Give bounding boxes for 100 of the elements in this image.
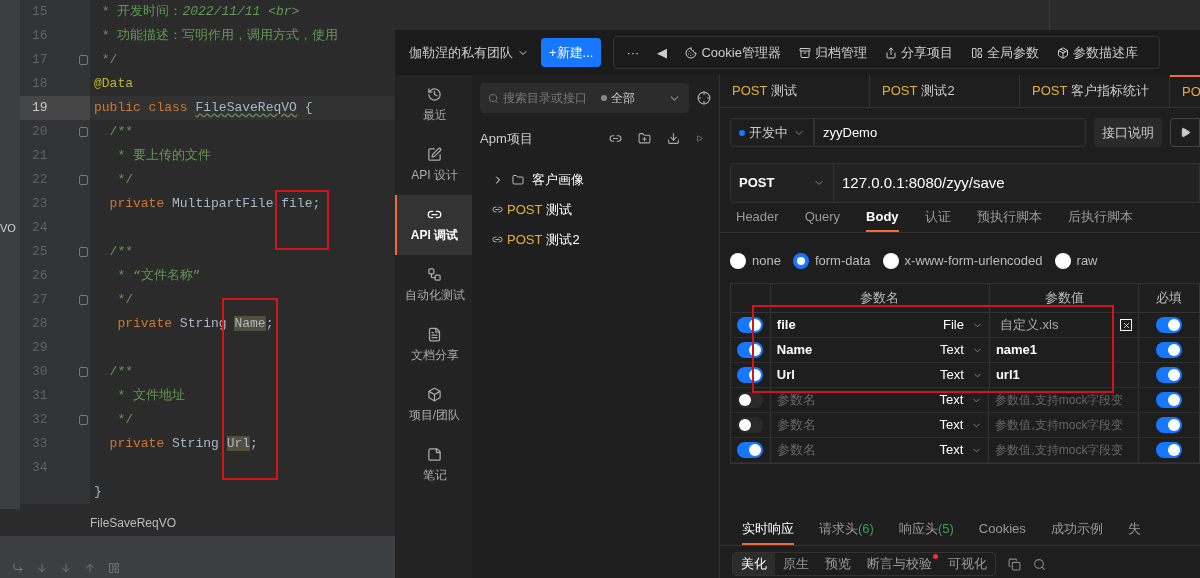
sidebar-item[interactable]: 自动化测试 [395,255,472,315]
toggle-switch[interactable] [737,442,764,458]
sidebar-icon [427,146,442,162]
sidebar-icon [427,86,442,102]
request-tab[interactable]: POST 测试2 [870,75,1020,107]
request-subtab[interactable]: 后执行脚本 [1067,203,1133,232]
fold-marker-icon[interactable] [79,175,88,185]
response-tab[interactable]: 失 [1127,514,1141,545]
fold-marker-icon[interactable] [79,247,88,257]
team-dropdown[interactable]: 伽勒涅的私有团队 [409,42,529,63]
request-tab[interactable]: POST 测试 [720,75,870,107]
toolbar-button[interactable]: Cookie管理器 [685,42,781,63]
search-field[interactable]: 搜索目录或接口 全部 [480,83,689,113]
add-folder-icon[interactable] [638,132,651,146]
toolbar-button[interactable]: 参数描述库 [1056,42,1138,63]
new-button[interactable]: +新建... [541,38,602,67]
name-field[interactable]: zyyDemo [814,118,1086,147]
request-subtab[interactable]: 认证 [924,203,951,232]
toggle-switch[interactable] [1156,367,1183,383]
fold-marker-icon[interactable] [79,55,88,65]
toolbar-button[interactable]: 归档管理 [798,42,867,63]
value-input[interactable]: 参数值,支持mock字段变 [995,416,1134,434]
fold-marker-icon[interactable] [79,367,88,377]
toolbar-button[interactable]: 全局参数 [970,42,1039,63]
toggle-switch[interactable] [737,367,764,383]
breadcrumb[interactable]: FileSaveReqVO [90,513,177,532]
name-input[interactable]: 参数名 [776,390,877,410]
value-input[interactable]: 参数值,支持mock字段变 [995,391,1134,409]
toggle-switch[interactable] [1156,342,1183,358]
type-dropdown[interactable]: Text [939,415,983,435]
tree-item[interactable]: POST 测试 [492,198,711,221]
response-tab[interactable]: 成功示例 [1050,514,1103,545]
body-type-radio[interactable]: raw [1054,251,1098,271]
body-type-radio[interactable]: x-www-form-urlencoded [882,251,1043,271]
toggle-switch[interactable] [737,417,764,433]
api-doc-button[interactable]: 接口说明 [1094,118,1162,147]
request-subtab[interactable]: 预执行脚本 [976,203,1042,232]
annotation-box [275,190,329,250]
filter-dropdown[interactable]: 全部 [611,89,635,107]
toggle-switch[interactable] [737,317,764,333]
type-dropdown[interactable]: Text [940,340,983,360]
sidebar-item[interactable]: API 调试 [395,195,472,255]
request-subtab[interactable]: Header [736,203,779,232]
url-field[interactable]: 127.0.0.1:8080/zyy/save [834,171,1013,195]
more-button[interactable]: ··· [626,42,640,63]
collapse-button[interactable]: ◀ [657,42,668,63]
sidebar-item[interactable]: 文档分享 [395,315,472,375]
body-type-radio[interactable]: form-data [792,251,871,271]
link-icon [492,204,503,215]
tree-item[interactable]: POST 测试2 [492,228,711,251]
fold-marker-icon[interactable] [79,295,88,305]
view-tab[interactable]: 美化 [733,553,775,575]
sidebar-item[interactable]: 笔记 [395,435,472,495]
toolbar-button[interactable]: 分享项目 [884,42,953,63]
request-subtab[interactable]: Body [866,203,899,232]
type-dropdown[interactable]: Text [940,365,983,385]
name-input[interactable]: 参数名 [776,440,877,460]
name-input[interactable]: 参数名 [776,415,877,435]
request-tab[interactable]: PO [1170,75,1200,107]
request-tab[interactable]: POST 客户指标统计 [1020,75,1170,107]
type-dropdown[interactable]: Text [939,440,983,460]
toolbar-icon [685,46,698,59]
view-tab[interactable]: 预览 [817,553,859,575]
code-token: ; [265,316,274,332]
fold-marker-icon[interactable] [79,415,88,425]
response-tab[interactable]: Cookies [978,514,1026,545]
code-token: FileSaveReqVO [195,100,297,116]
toggle-switch[interactable] [1156,442,1183,458]
download-icon[interactable] [667,132,680,146]
view-tab[interactable]: 可视化 [940,553,995,575]
locate-icon[interactable] [697,91,711,105]
sidebar-item[interactable]: 最近 [395,75,472,135]
toggle-switch[interactable] [1156,392,1183,408]
toolbar-icon [798,46,811,59]
type-dropdown[interactable]: Text [939,390,983,410]
type-dropdown[interactable]: File [942,315,983,335]
copy-icon[interactable] [1008,557,1021,571]
request-subtab[interactable]: Query [804,203,841,232]
view-tab[interactable]: 断言与校验 [859,553,940,575]
response-tab[interactable]: 响应头(5) [898,514,954,545]
toggle-switch[interactable] [737,392,764,408]
toggle-switch[interactable] [1156,417,1183,433]
tree-folder[interactable]: 客户画像 [492,168,711,191]
sidebar-item[interactable]: 项目/团队 [395,375,472,435]
play-icon[interactable] [696,135,703,143]
fold-marker-icon[interactable] [79,127,88,137]
clear-icon[interactable] [1120,319,1133,331]
run-button[interactable] [1170,118,1200,147]
method-dropdown[interactable]: POST [731,164,834,202]
toolbar-icon [1056,46,1069,59]
response-tab[interactable]: 请求头(6) [819,514,874,545]
response-tab[interactable]: 实时响应 [742,514,794,545]
view-tab[interactable]: 原生 [775,553,817,575]
search-icon[interactable] [1033,557,1046,571]
toggle-switch[interactable] [1156,317,1183,333]
value-input[interactable]: 参数值,支持mock字段变 [995,441,1134,459]
sidebar-item[interactable]: API 设计 [395,135,472,195]
body-type-radio[interactable]: none [730,251,781,271]
toggle-switch[interactable] [737,342,764,358]
environment-dropdown[interactable]: 开发中 [730,118,814,147]
